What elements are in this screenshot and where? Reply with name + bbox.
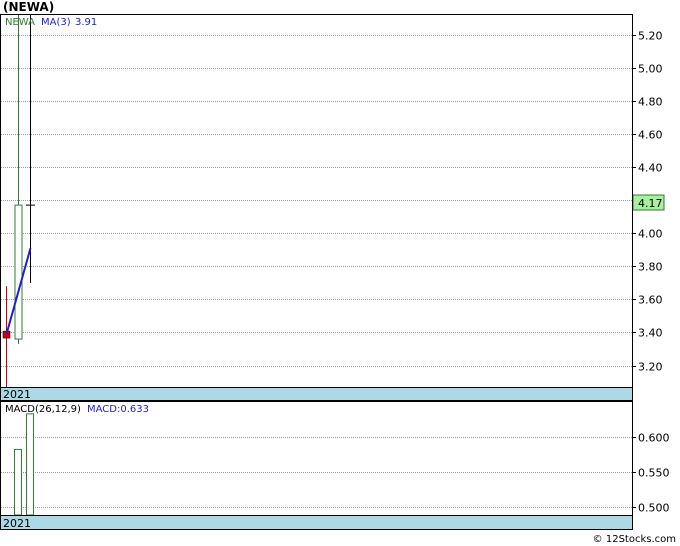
price-tick-label: 5.00 [638,63,663,76]
legend-ma-label: MA(3) [41,17,71,28]
macd-legend-value: MACD:0.633 [87,404,149,415]
macd-tick-label: 0.500 [638,502,670,515]
macd-axis: 0.500 0.550 0.600 [632,432,670,515]
macd-bar [26,413,34,516]
price-tick-label: 4.00 [638,228,663,241]
macd-bar [14,448,22,516]
candle-body [14,204,23,340]
price-tick-label: 3.80 [638,261,663,274]
price-tick-label: 4.60 [638,129,663,142]
legend-ticker: NEWA [5,17,35,28]
stock-chart: 3.203.403.603.804.004.204.404.604.805.00… [0,14,670,530]
price-year-band [0,387,633,401]
macd-legend-label: MACD(26,12,9) [5,404,81,415]
price-tick-label: 3.40 [638,327,663,340]
price-tick-label: 3.60 [638,294,663,307]
price-tick-label: 3.20 [638,361,663,374]
price-tick-label: 5.20 [638,30,663,43]
price-tick-label: 4.80 [638,96,663,109]
legend-ma-value: 3.91 [75,17,97,28]
macd-tick-label: 0.550 [638,467,670,480]
site-credit: © 12Stocks.com [592,534,676,545]
last-price-label: 4.17 [638,197,663,210]
price-year-label: 2021 [3,388,31,401]
price-tick-label: 4.40 [638,162,663,175]
macd-panel-frame [0,401,633,516]
macd-tick-label: 0.600 [638,432,670,445]
macd-year-band [0,515,633,530]
macd-year-label: 2021 [3,517,31,530]
